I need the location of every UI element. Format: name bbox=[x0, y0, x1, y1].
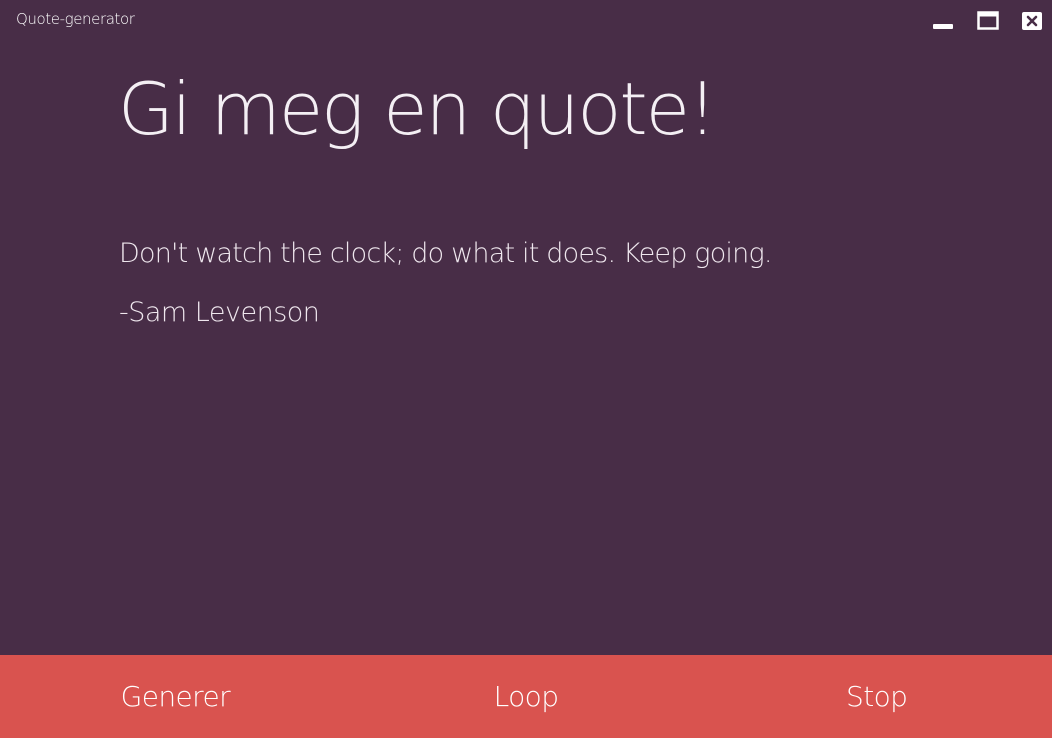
minimize-icon bbox=[933, 24, 953, 29]
close-icon bbox=[1022, 12, 1042, 30]
loop-button[interactable]: Loop bbox=[351, 655, 702, 738]
close-button[interactable] bbox=[1021, 11, 1043, 31]
page-title: Gi meg en quote! bbox=[118, 67, 717, 151]
maximize-button[interactable] bbox=[977, 11, 999, 31]
stop-button[interactable]: Stop bbox=[701, 655, 1052, 738]
action-bar: Generer Loop Stop bbox=[0, 655, 1052, 738]
minimize-button[interactable] bbox=[932, 11, 954, 31]
quote-text: Don't watch the clock; do what it does. … bbox=[119, 238, 772, 269]
app-title: Quote-generator bbox=[16, 10, 135, 28]
quote-author: -Sam Levenson bbox=[119, 297, 320, 328]
generate-button[interactable]: Generer bbox=[0, 655, 351, 738]
maximize-icon bbox=[977, 11, 999, 30]
title-bar: Quote-generator bbox=[0, 0, 1052, 40]
